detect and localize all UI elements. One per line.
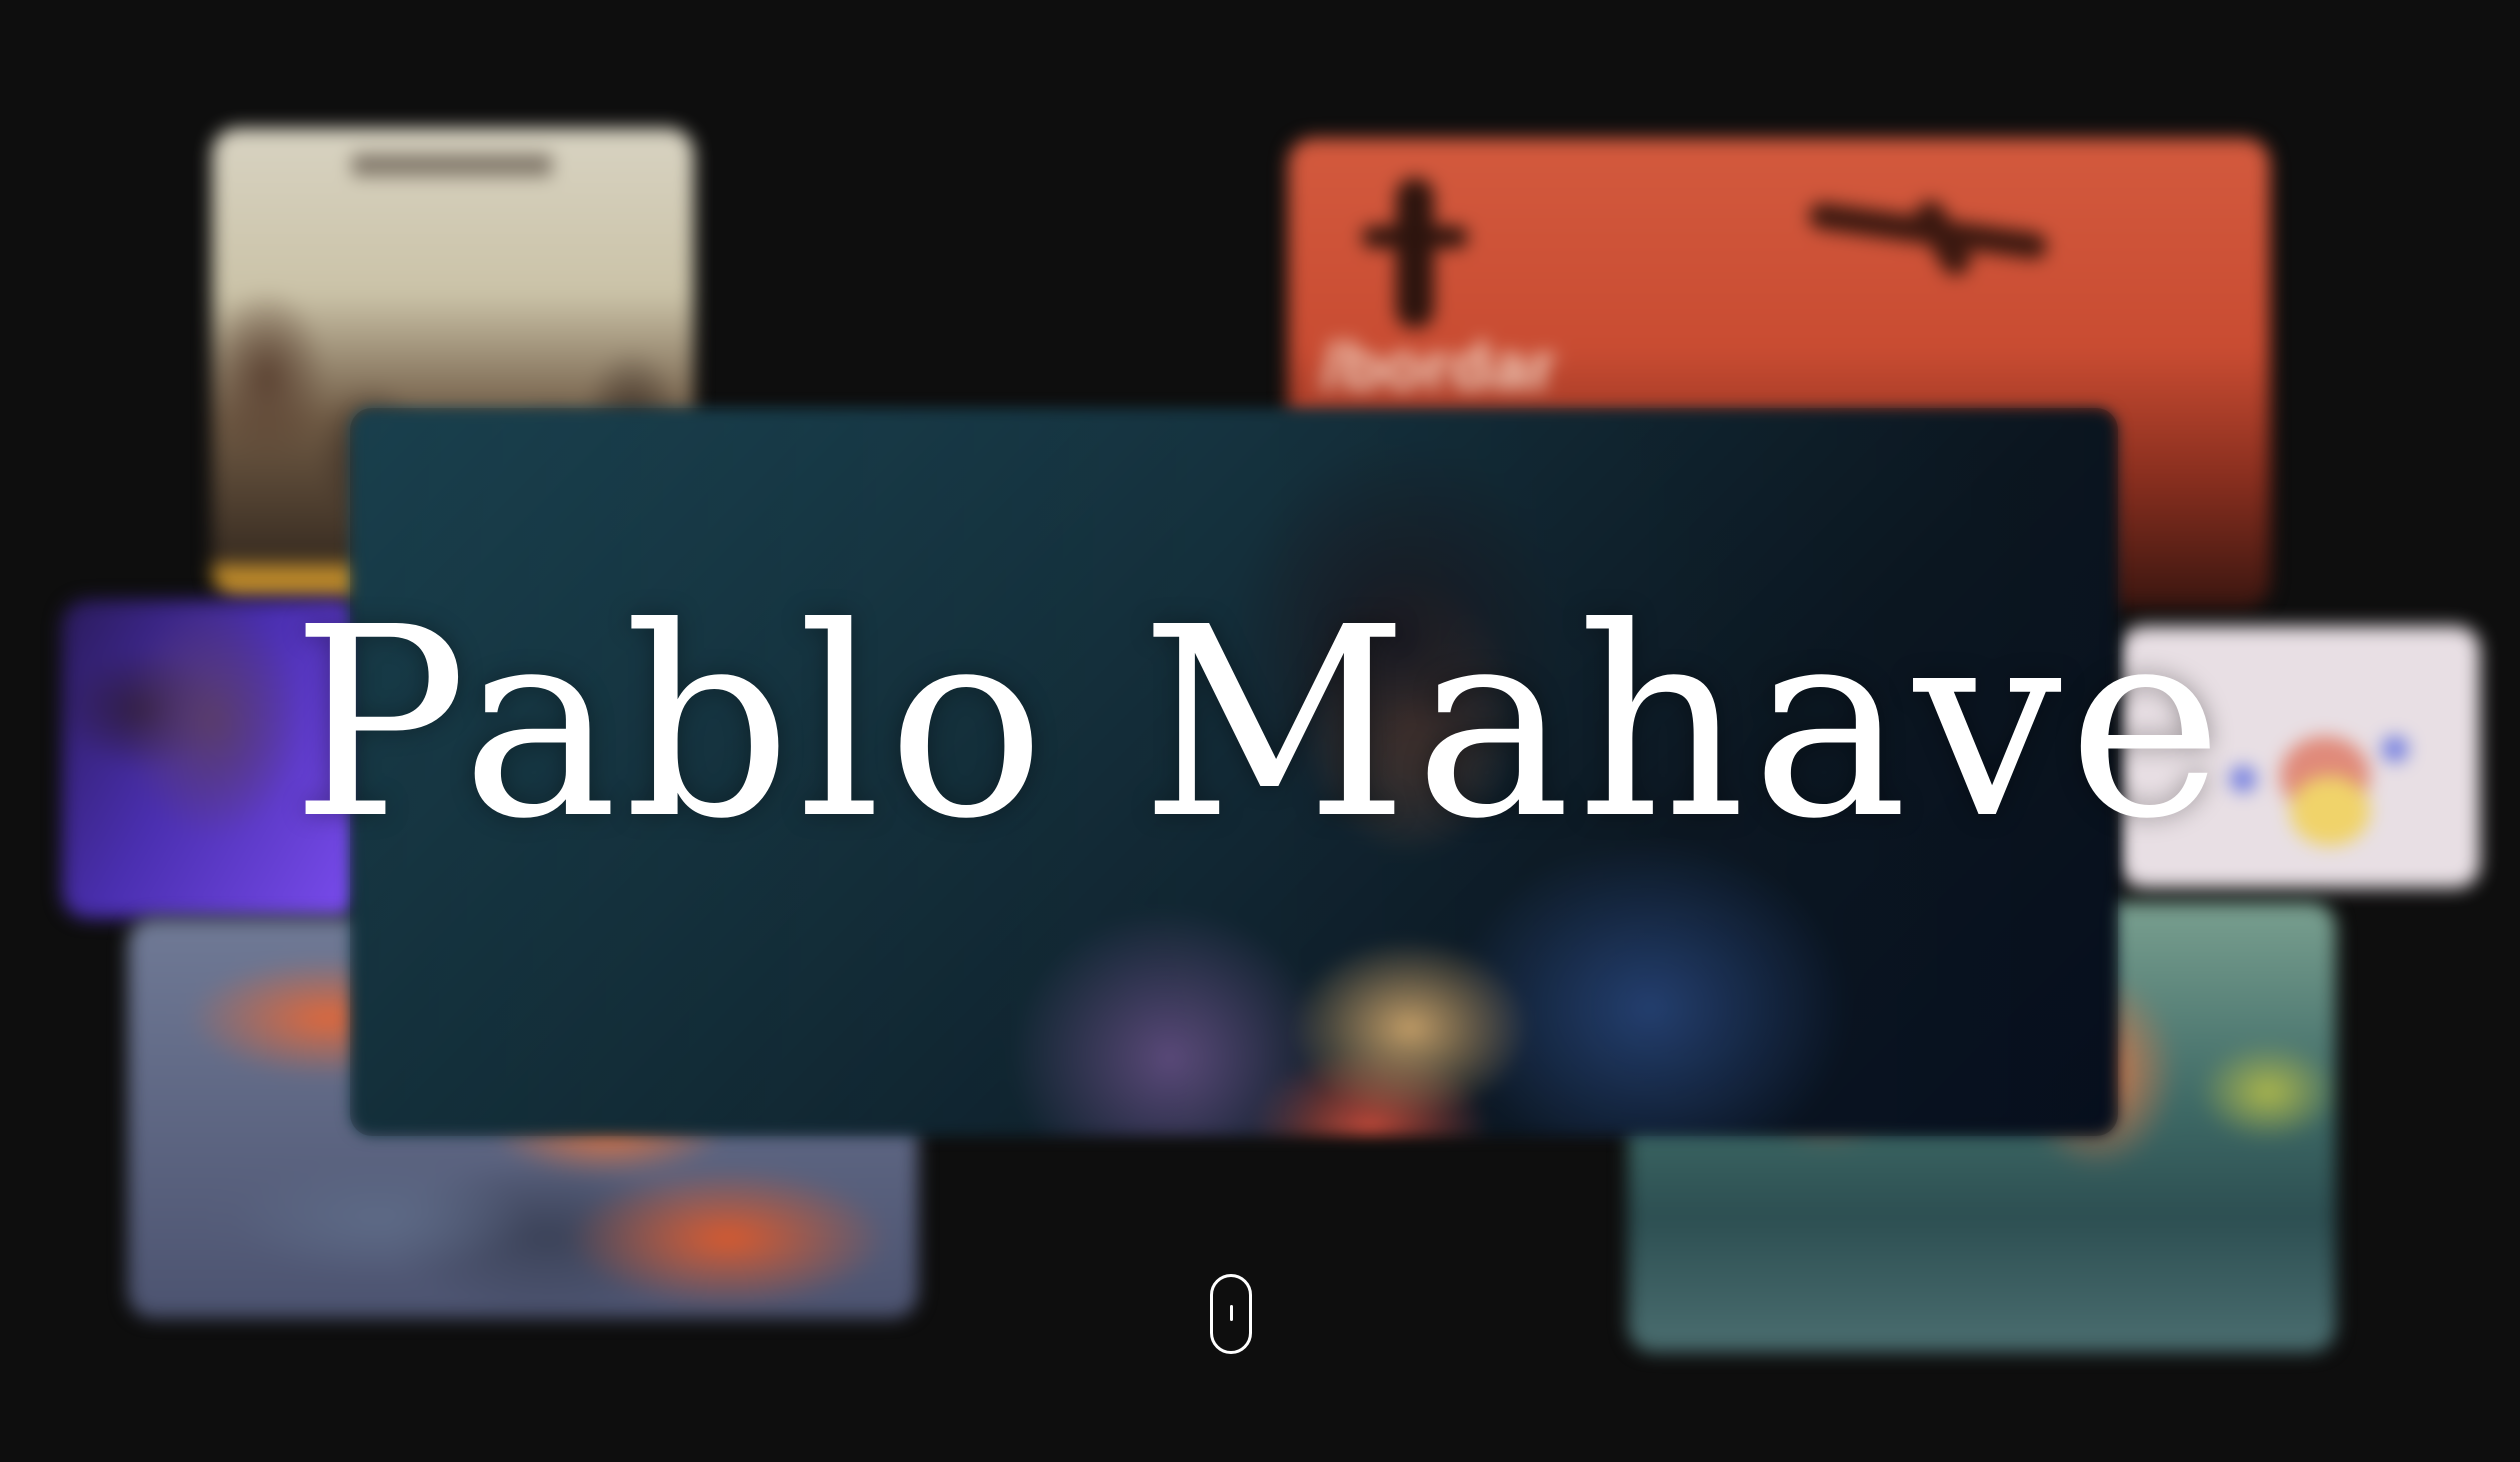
scroll-wheel-icon bbox=[1230, 1305, 1233, 1321]
mouse-scroll-icon[interactable] bbox=[1210, 1274, 1252, 1354]
page-stage: /bordar Pablo Mahave bbox=[0, 0, 2520, 1462]
poster-title-bar bbox=[352, 154, 552, 176]
page-title: Pablo Mahave bbox=[291, 571, 2229, 876]
figure-silhouette-arm bbox=[1362, 226, 1468, 248]
figure-silhouette bbox=[1396, 178, 1434, 328]
poster-word: /bordar bbox=[1322, 329, 1557, 403]
